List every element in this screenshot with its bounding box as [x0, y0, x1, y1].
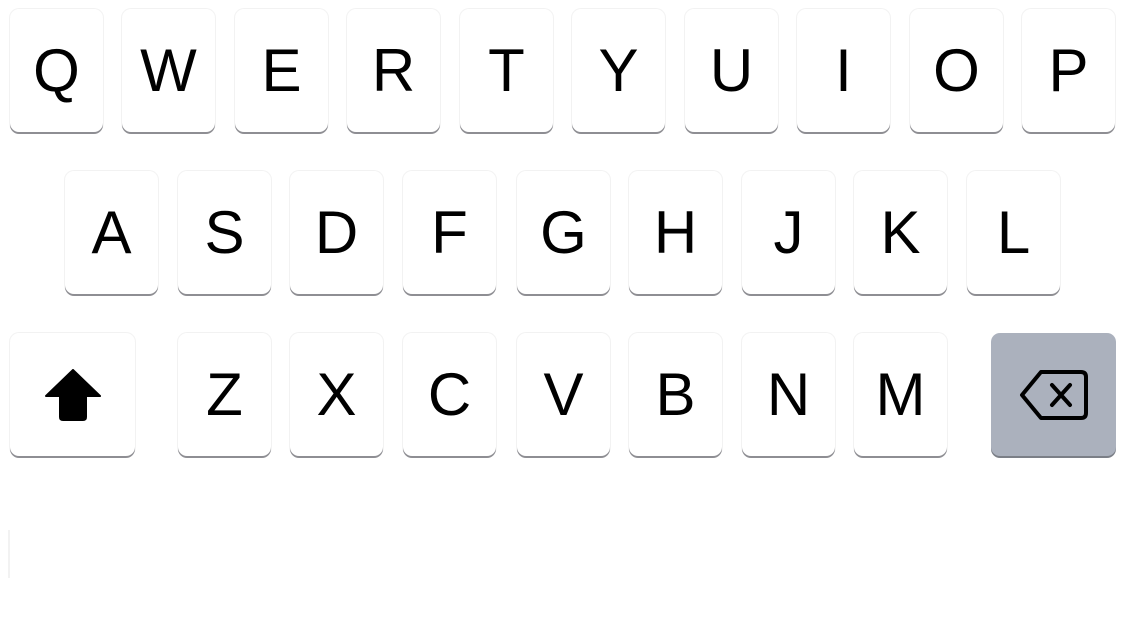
key-label: Q — [33, 36, 80, 104]
key-e[interactable]: E — [235, 9, 328, 132]
key-t[interactable]: T — [460, 9, 553, 132]
bottom-edge-divider — [8, 530, 10, 578]
key-y[interactable]: Y — [572, 9, 665, 132]
key-label: M — [875, 360, 926, 428]
key-label: A — [91, 198, 132, 266]
key-label: T — [488, 36, 525, 104]
key-label: O — [933, 36, 980, 104]
key-label: D — [314, 198, 359, 266]
key-label: N — [766, 360, 811, 428]
key-label: L — [996, 198, 1031, 266]
key-label: I — [835, 36, 852, 104]
key-label: E — [261, 36, 302, 104]
key-v[interactable]: V — [517, 333, 610, 456]
key-q[interactable]: Q — [10, 9, 103, 132]
key-z[interactable]: Z — [178, 333, 271, 456]
key-label: V — [543, 360, 584, 428]
shift-arrow-icon — [44, 368, 102, 421]
key-label: P — [1048, 36, 1089, 104]
keyboard: Q W E R T Y U I O P A S D F G H J K L Z … — [0, 0, 1125, 629]
key-i[interactable]: I — [797, 9, 890, 132]
key-label: C — [427, 360, 472, 428]
key-label: J — [773, 198, 804, 266]
key-label: B — [655, 360, 696, 428]
key-label: Z — [206, 360, 243, 428]
key-d[interactable]: D — [290, 171, 383, 294]
key-w[interactable]: W — [122, 9, 215, 132]
key-k[interactable]: K — [854, 171, 947, 294]
key-f[interactable]: F — [403, 171, 496, 294]
key-u[interactable]: U — [685, 9, 778, 132]
key-label: Y — [598, 36, 639, 104]
key-label: H — [653, 198, 698, 266]
key-c[interactable]: C — [403, 333, 496, 456]
key-n[interactable]: N — [742, 333, 835, 456]
key-label: F — [431, 198, 468, 266]
key-p[interactable]: P — [1022, 9, 1115, 132]
key-m[interactable]: M — [854, 333, 947, 456]
key-g[interactable]: G — [517, 171, 610, 294]
key-h[interactable]: H — [629, 171, 722, 294]
key-label: G — [540, 198, 587, 266]
shift-key[interactable] — [10, 333, 135, 456]
delete-key[interactable] — [991, 333, 1116, 456]
key-a[interactable]: A — [65, 171, 158, 294]
key-label: R — [371, 36, 416, 104]
key-s[interactable]: S — [178, 171, 271, 294]
backspace-icon — [1019, 369, 1089, 421]
key-o[interactable]: O — [910, 9, 1003, 132]
key-label: S — [204, 198, 245, 266]
key-label: K — [880, 198, 921, 266]
key-label: X — [316, 360, 357, 428]
key-x[interactable]: X — [290, 333, 383, 456]
key-b[interactable]: B — [629, 333, 722, 456]
key-label: U — [709, 36, 754, 104]
key-j[interactable]: J — [742, 171, 835, 294]
key-l[interactable]: L — [967, 171, 1060, 294]
key-label: W — [140, 36, 197, 104]
key-r[interactable]: R — [347, 9, 440, 132]
